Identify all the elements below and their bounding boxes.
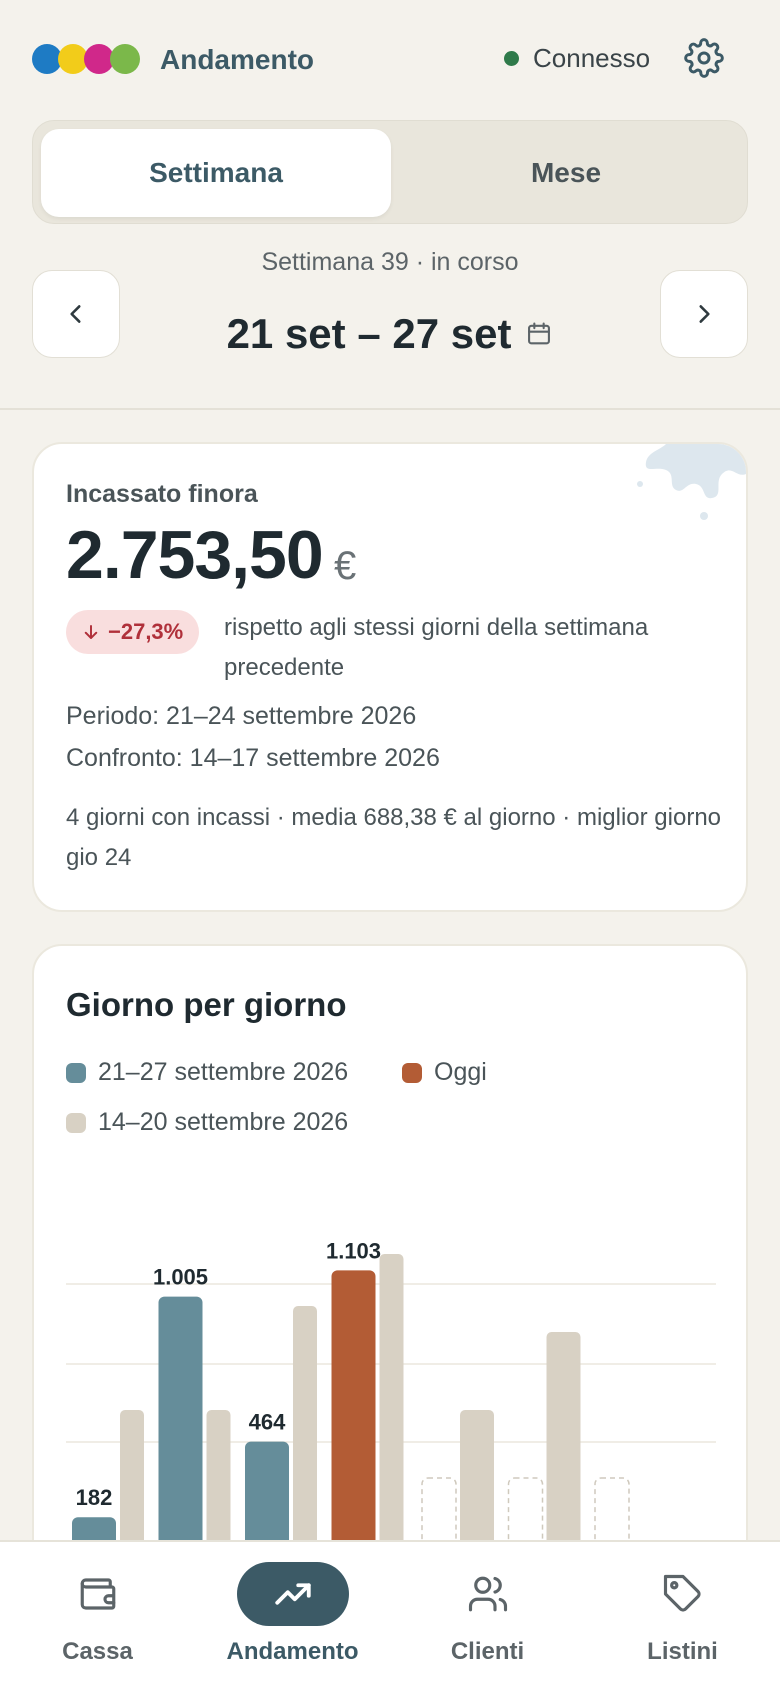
header-divider: [0, 408, 780, 410]
bar-previous-week: [546, 1332, 581, 1566]
currency-symbol: €: [334, 544, 357, 588]
delta-value: −27,3%: [108, 619, 184, 644]
legend-label-today: Oggi: [434, 1058, 487, 1086]
tab-settimana[interactable]: Settimana: [41, 129, 391, 217]
users-icon: [432, 1562, 544, 1626]
legend-swatch-current: [66, 1062, 86, 1083]
bar-previous-week: [379, 1254, 404, 1566]
bar-data-label: 182: [76, 1485, 113, 1510]
status-dot: [504, 50, 519, 66]
legend-current-week: 21–27 settembre 2026: [66, 1058, 348, 1087]
app-logo: [32, 44, 140, 74]
legend-swatch-previous: [66, 1112, 86, 1133]
connection-status: Connesso: [504, 42, 650, 74]
week-range-label: 21 set – 27 set: [226, 310, 512, 357]
tag-icon: [627, 1562, 739, 1626]
bottom-tab-bar: Cassa Andamento Clienti Listini: [0, 1540, 780, 1688]
bar-data-label: 1.103: [326, 1238, 381, 1263]
gear-icon[interactable]: [684, 38, 724, 78]
period-toggle: Settimana Mese: [32, 120, 748, 224]
tab-andamento[interactable]: Andamento: [195, 1542, 390, 1688]
tab-label-listini: Listini: [647, 1638, 718, 1665]
legend-label-previous: 14–20 settembre 2026: [98, 1108, 349, 1136]
chart-title: Giorno per giorno: [66, 986, 347, 1023]
bar-data-label: 464: [249, 1410, 286, 1435]
page-title: Andamento: [160, 44, 314, 75]
period-text: Periodo: 21–24 settembre 2026: [66, 702, 417, 730]
status-label: Connesso: [533, 42, 651, 73]
decorative-splash: [637, 444, 746, 520]
wallet-icon: [42, 1562, 154, 1626]
collected-label: Incassato finora: [66, 480, 258, 508]
bar-previous-week: [293, 1306, 317, 1566]
tab-listini[interactable]: Listini: [585, 1542, 780, 1688]
summary-card: Incassato finora 2.753,50 € −27,3% rispe…: [32, 442, 748, 912]
tab-cassa[interactable]: Cassa: [0, 1542, 195, 1688]
comparison-text: Confronto: 14–17 settembre 2026: [66, 744, 440, 772]
delta-badge: −27,3%: [66, 610, 200, 654]
bar-current-week: [158, 1296, 203, 1566]
app-header: Andamento Connesso: [0, 0, 780, 120]
compare-text: rispetto agli stessi giorni della settim…: [224, 614, 649, 681]
stats-text: 4 giorni con incassi · media 688,38 € al…: [66, 804, 722, 871]
arrow-down-icon: [84, 625, 98, 639]
tab-clienti[interactable]: Clienti: [390, 1542, 585, 1688]
legend-today: Oggi: [402, 1058, 487, 1087]
next-week-button[interactable]: [660, 270, 748, 358]
week-subtitle: Settimana 39 · in corso: [261, 248, 519, 276]
bar-chart: 182 1.005 464 1.103: [66, 1238, 716, 1566]
trend-up-icon: [236, 1562, 349, 1626]
tab-label-andamento: Andamento: [226, 1638, 359, 1665]
calendar-icon: [528, 322, 551, 345]
collected-amount: 2.753,50: [66, 517, 324, 593]
legend-previous-week: 14–20 settembre 2026: [66, 1108, 348, 1137]
tab-mese[interactable]: Mese: [391, 129, 741, 217]
tab-label-clienti: Clienti: [450, 1638, 525, 1665]
chevron-right-icon: [699, 305, 710, 323]
legend-label-current: 21–27 settembre 2026: [98, 1058, 349, 1086]
bar-data-label: 1.005: [153, 1265, 208, 1290]
legend-swatch-today: [402, 1062, 422, 1083]
tab-label-cassa: Cassa: [62, 1638, 133, 1665]
logo-dot-green: [110, 44, 140, 74]
bar-current-week: [331, 1270, 376, 1566]
